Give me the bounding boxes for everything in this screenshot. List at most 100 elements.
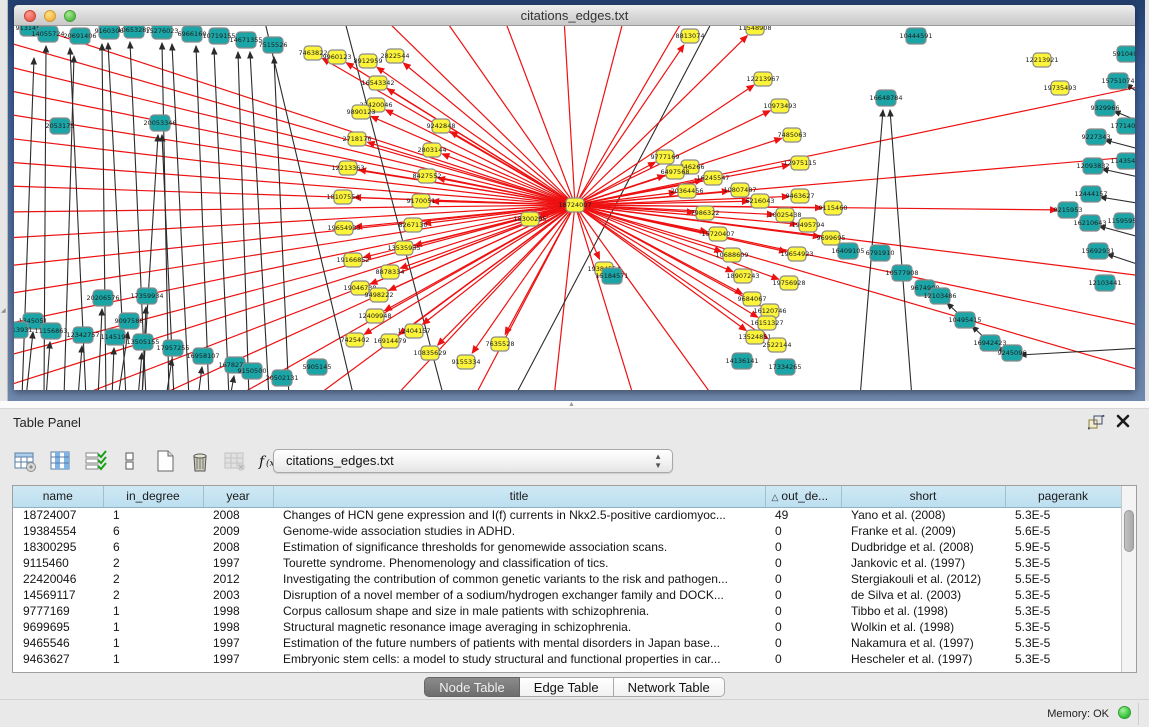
teal-node[interactable]: 8215953 — [1054, 202, 1083, 218]
table-row[interactable]: 946362711997Embryonic stem cells: a mode… — [13, 651, 1121, 667]
yellow-node[interactable]: 12213967 — [746, 72, 779, 86]
table-cell[interactable]: 5.3E-5 — [1005, 635, 1121, 651]
table-cell[interactable]: 9699695 — [13, 619, 103, 635]
yellow-node[interactable]: 16914479 — [373, 334, 406, 348]
teal-node[interactable]: 9150500 — [238, 363, 267, 379]
yellow-node[interactable]: 8912959 — [354, 54, 383, 68]
table-cell[interactable]: 1 — [103, 619, 203, 635]
yellow-node[interactable]: 18107554 — [326, 190, 359, 204]
table-cell[interactable]: Disruption of a novel member of a sodium… — [273, 587, 765, 603]
table-cell[interactable]: Embryonic stem cells: a model to study s… — [273, 651, 765, 667]
table-cell[interactable]: 5.3E-5 — [1005, 507, 1121, 523]
tab-node-table[interactable]: Node Table — [424, 677, 520, 697]
teal-node[interactable]: 9227343 — [1082, 129, 1111, 145]
teal-node[interactable]: 5910490 — [1113, 46, 1135, 62]
table-cell[interactable]: 14569117 — [13, 587, 103, 603]
table-cell[interactable]: 1 — [103, 651, 203, 667]
teal-node[interactable]: 20502131 — [265, 370, 298, 386]
node-table-grid[interactable]: namein_degreeyeartitle△out_de...shortpag… — [13, 486, 1122, 667]
yellow-node[interactable]: 9115460 — [819, 201, 848, 215]
table-cell[interactable]: 5.3E-5 — [1005, 619, 1121, 635]
yellow-node[interactable]: 16151327 — [750, 316, 783, 330]
row-height-icon[interactable] — [117, 448, 143, 474]
table-row[interactable]: 969969511998Structural magnetic resonanc… — [13, 619, 1121, 635]
table-row[interactable]: 1456911722003Disruption of a novel membe… — [13, 587, 1121, 603]
table-cell[interactable]: Franke et al. (2009) — [841, 523, 1005, 539]
window-titlebar[interactable]: citations_edges.txt — [14, 5, 1135, 26]
table-cell[interactable]: 9463627 — [13, 651, 103, 667]
yellow-node[interactable]: 19654923 — [780, 247, 813, 261]
yellow-node[interactable]: 19495794 — [791, 218, 824, 232]
edge[interactable] — [377, 67, 575, 205]
teal-node[interactable]: 6791910 — [866, 245, 895, 261]
teal-node[interactable]: 12444157 — [1074, 186, 1107, 202]
edge[interactable] — [368, 142, 575, 205]
yellow-node[interactable]: 10025438 — [768, 208, 801, 222]
yellow-node[interactable]: 16543342 — [361, 76, 394, 90]
edge[interactable] — [14, 42, 575, 205]
teal-node[interactable]: 20206576 — [86, 290, 119, 306]
teal-node[interactable]: 10577908 — [885, 265, 918, 281]
table-cell[interactable]: Structural magnetic resonance image aver… — [273, 619, 765, 635]
teal-node[interactable]: 17359934 — [130, 288, 163, 304]
teal-node[interactable]: 9329966 — [1091, 100, 1120, 116]
yellow-node[interactable]: 12213921 — [1025, 53, 1058, 67]
edge[interactable] — [26, 332, 33, 390]
yellow-node[interactable]: 12213363 — [331, 161, 364, 175]
teal-node[interactable]: 16210643 — [1073, 215, 1106, 231]
table-cell[interactable]: Genome-wide association studies in ADHD. — [273, 523, 765, 539]
vertical-scrollbar[interactable] — [1121, 486, 1136, 672]
teal-node[interactable]: 13505155 — [126, 334, 159, 350]
teal-node[interactable]: 20053346 — [143, 115, 176, 131]
teal-node[interactable]: 15276023 — [145, 26, 178, 39]
teal-node[interactable]: 11595951 — [1107, 213, 1135, 229]
table-cell[interactable]: 22420046 — [13, 571, 103, 587]
table-row[interactable]: 977716911998Corpus callosum shape and si… — [13, 603, 1121, 619]
edge[interactable] — [112, 348, 114, 390]
table-cell[interactable]: 1997 — [203, 635, 273, 651]
table-cell[interactable]: 6 — [103, 539, 203, 555]
teal-node[interactable]: 14136141 — [725, 353, 758, 369]
new-table-icon[interactable] — [152, 448, 178, 474]
yellow-node[interactable]: 19735493 — [1043, 81, 1076, 95]
yellow-node[interactable]: 19166852 — [336, 253, 369, 267]
edge[interactable] — [575, 205, 1135, 371]
edge[interactable] — [1020, 348, 1135, 355]
table-cell[interactable]: 18724007 — [13, 507, 103, 523]
edge[interactable] — [386, 110, 575, 205]
edge[interactable] — [1102, 169, 1135, 178]
edge[interactable] — [250, 52, 269, 390]
yellow-node[interactable]: 19756928 — [772, 276, 805, 290]
table-cell[interactable]: 2003 — [203, 587, 273, 603]
yellow-node[interactable]: 6216043 — [746, 194, 775, 208]
memory-ok-indicator[interactable] — [1118, 706, 1131, 719]
table-cell[interactable]: Tibbo et al. (1998) — [841, 603, 1005, 619]
divider-handle-icon[interactable]: ▲ — [567, 402, 576, 408]
edge[interactable] — [1107, 254, 1135, 266]
table-cell[interactable]: Wolkin et al. (1998) — [841, 619, 1005, 635]
yellow-node[interactable]: 2718176 — [343, 132, 372, 146]
table-cell[interactable]: 49 — [765, 507, 841, 523]
table-row[interactable]: 946554611997Estimation of the future num… — [13, 635, 1121, 651]
table-cell[interactable]: 1 — [103, 507, 203, 523]
edge[interactable] — [438, 205, 575, 345]
yellow-node[interactable]: 7986322 — [691, 206, 720, 220]
teal-node[interactable]: 16958107 — [186, 348, 219, 364]
edge[interactable] — [14, 205, 575, 294]
edge[interactable] — [214, 48, 229, 390]
close-icon[interactable] — [1115, 413, 1131, 429]
edge[interactable] — [387, 89, 575, 205]
table-cell[interactable]: 5.9E-5 — [1005, 539, 1121, 555]
edge[interactable] — [450, 132, 575, 205]
yellow-node[interactable]: 9463627 — [786, 189, 815, 203]
table-cell[interactable]: 5.3E-5 — [1005, 587, 1121, 603]
table-cell[interactable]: 0 — [765, 555, 841, 571]
table-cell[interactable]: 5.6E-5 — [1005, 523, 1121, 539]
scrollbar-thumb[interactable] — [1124, 510, 1134, 552]
teal-node[interactable]: 17957255 — [156, 340, 189, 356]
network-view-window[interactable]: citations_edges.txt 18724007183002957463… — [14, 5, 1135, 390]
table-cell[interactable]: 0 — [765, 587, 841, 603]
table-header-row[interactable]: namein_degreeyeartitle△out_de...shortpag… — [13, 486, 1121, 507]
table-row[interactable]: 1872400712008Changes of HCN gene express… — [13, 507, 1121, 523]
left-panel-edge[interactable]: ◢ — [0, 0, 8, 401]
